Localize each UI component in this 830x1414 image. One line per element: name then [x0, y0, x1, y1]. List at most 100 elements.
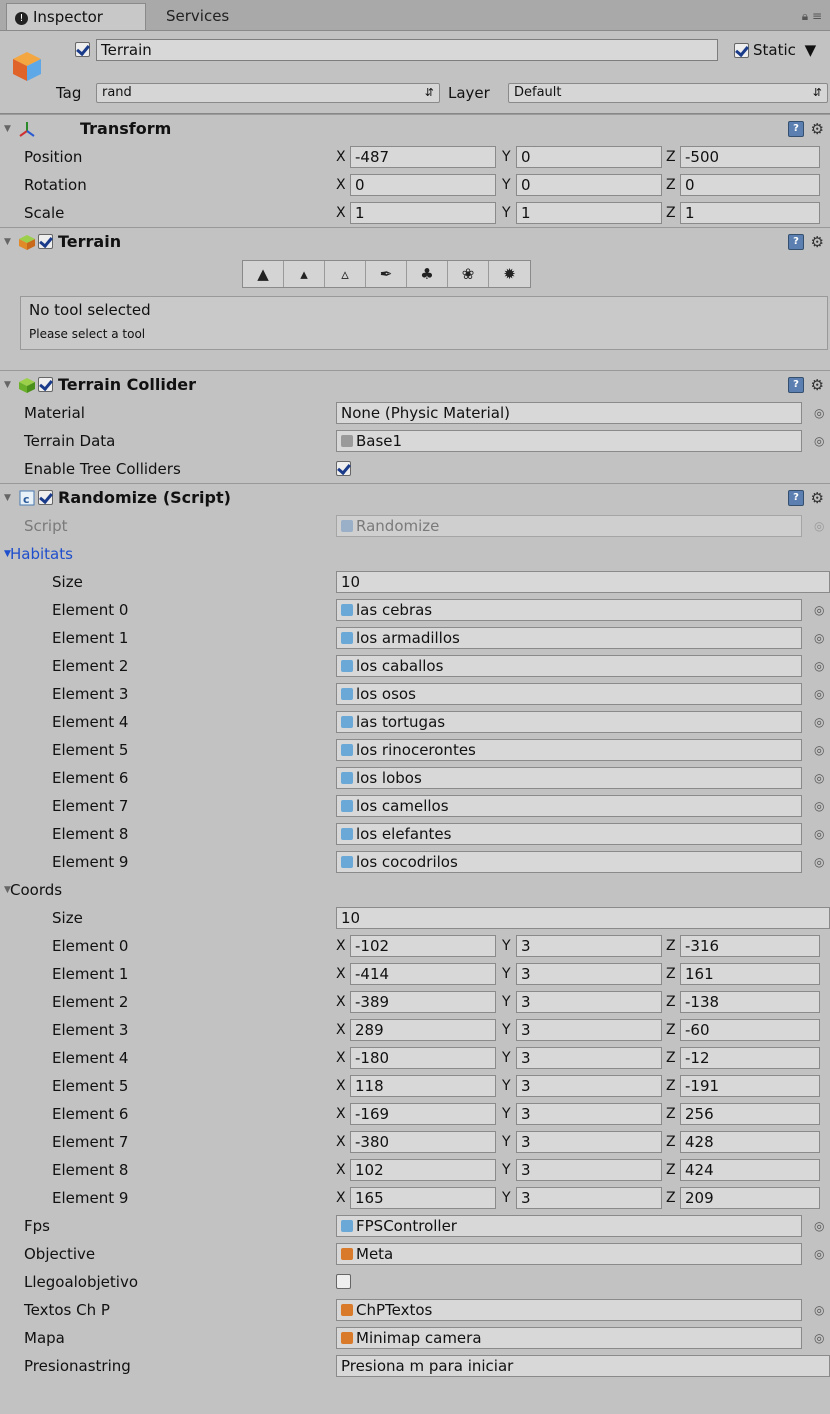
field-x[interactable]: 0	[350, 174, 496, 196]
object-picker-icon[interactable]: ◎	[814, 1240, 824, 1268]
coords-size-field[interactable]: 10	[336, 907, 830, 929]
field-y[interactable]: 1	[516, 202, 662, 224]
field-z[interactable]: -60	[680, 1019, 820, 1041]
field-z[interactable]: 424	[680, 1159, 820, 1181]
field-x[interactable]: -380	[350, 1131, 496, 1153]
paint-height-icon[interactable]: ▴	[284, 261, 325, 287]
terrain-data-field[interactable]: Base1	[336, 430, 802, 452]
raise-lower-terrain-icon[interactable]: ▲	[243, 261, 284, 287]
field-z[interactable]: 161	[680, 963, 820, 985]
field-y[interactable]: 3	[516, 1103, 662, 1125]
field-x[interactable]: -169	[350, 1103, 496, 1125]
help-icon[interactable]: ?	[788, 121, 804, 137]
habitat-element-field[interactable]: los elefantes	[336, 823, 802, 845]
object-picker-icon[interactable]: ◎	[814, 792, 824, 820]
static-checkbox[interactable]	[734, 43, 749, 58]
field-x[interactable]: 102	[350, 1159, 496, 1181]
tab-inspector[interactable]: ! Inspector	[6, 3, 146, 30]
field-y[interactable]: 3	[516, 963, 662, 985]
tab-services[interactable]: Services	[158, 3, 237, 30]
field-y[interactable]: 0	[516, 146, 662, 168]
layer-dropdown[interactable]: Default ⇵	[508, 83, 828, 103]
field-y[interactable]: 3	[516, 935, 662, 957]
fps-field[interactable]: FPSController	[336, 1215, 802, 1237]
habitat-element-field[interactable]: los lobos	[336, 767, 802, 789]
field-z[interactable]: 1	[680, 202, 820, 224]
material-field[interactable]: None (Physic Material)	[336, 402, 802, 424]
habitat-element-field[interactable]: los rinocerontes	[336, 739, 802, 761]
object-picker-icon[interactable]: ◎	[814, 1212, 824, 1240]
tree-colliders-checkbox[interactable]	[336, 461, 351, 476]
field-x[interactable]: -414	[350, 963, 496, 985]
field-y[interactable]: 3	[516, 1075, 662, 1097]
terrain-header[interactable]: ▼ Terrain ? ⚙	[0, 227, 830, 256]
smooth-height-icon[interactable]: ▵	[325, 261, 366, 287]
fold-arrow-icon[interactable]: ▼	[4, 371, 11, 399]
gear-icon[interactable]: ⚙	[811, 484, 824, 512]
textos-field[interactable]: ChPTextos	[336, 1299, 802, 1321]
field-z[interactable]: 0	[680, 174, 820, 196]
field-x[interactable]: 165	[350, 1187, 496, 1209]
object-picker-icon[interactable]: ◎	[814, 652, 824, 680]
habitat-element-field[interactable]: las tortugas	[336, 711, 802, 733]
randomize-script-header[interactable]: ▼ c Randomize (Script) ? ⚙	[0, 483, 830, 512]
static-dropdown-arrow-icon[interactable]: ▼	[805, 41, 817, 59]
help-icon[interactable]: ?	[788, 490, 804, 506]
gear-icon[interactable]: ⚙	[811, 115, 824, 143]
gear-icon[interactable]: ⚙	[811, 228, 824, 256]
collider-enabled-checkbox[interactable]	[38, 377, 53, 392]
field-z[interactable]: 209	[680, 1187, 820, 1209]
paint-details-icon[interactable]: ❀	[448, 261, 489, 287]
habitat-element-field[interactable]: los cocodrilos	[336, 851, 802, 873]
fold-arrow-icon[interactable]: ▼	[4, 228, 11, 256]
habitats-foldout[interactable]: ▼ Habitats	[0, 540, 830, 568]
habitats-size-field[interactable]: 10	[336, 571, 830, 593]
terrain-enabled-checkbox[interactable]	[38, 234, 53, 249]
lock-icon[interactable]: 🔒︎	[802, 9, 808, 23]
field-z[interactable]: -316	[680, 935, 820, 957]
terrain-settings-icon[interactable]: ✹	[489, 261, 530, 287]
field-y[interactable]: 3	[516, 1159, 662, 1181]
menu-icon[interactable]: ≡	[812, 9, 822, 23]
field-x[interactable]: 118	[350, 1075, 496, 1097]
habitat-element-field[interactable]: los caballos	[336, 655, 802, 677]
fold-arrow-icon[interactable]: ▼	[4, 115, 11, 143]
habitat-element-field[interactable]: los osos	[336, 683, 802, 705]
field-z[interactable]: 428	[680, 1131, 820, 1153]
field-x[interactable]: -102	[350, 935, 496, 957]
object-picker-icon[interactable]: ◎	[814, 399, 824, 427]
object-picker-icon[interactable]: ◎	[814, 680, 824, 708]
field-x[interactable]: 289	[350, 1019, 496, 1041]
object-picker-icon[interactable]: ◎	[814, 764, 824, 792]
mapa-field[interactable]: Minimap camera	[336, 1327, 802, 1349]
field-y[interactable]: 3	[516, 1019, 662, 1041]
object-picker-icon[interactable]: ◎	[814, 624, 824, 652]
field-y[interactable]: 3	[516, 1047, 662, 1069]
habitat-element-field[interactable]: los armadillos	[336, 627, 802, 649]
object-name-field[interactable]: Terrain	[96, 39, 718, 61]
object-picker-icon[interactable]: ◎	[814, 848, 824, 876]
transform-header[interactable]: ▼ Transform ? ⚙	[0, 114, 830, 143]
object-picker-icon[interactable]: ◎	[814, 1296, 824, 1324]
fold-arrow-icon[interactable]: ▼	[4, 484, 11, 512]
field-y[interactable]: 3	[516, 1131, 662, 1153]
object-picker-icon[interactable]: ◎	[814, 1324, 824, 1352]
field-z[interactable]: -191	[680, 1075, 820, 1097]
object-picker-icon[interactable]: ◎	[814, 708, 824, 736]
field-z[interactable]: -500	[680, 146, 820, 168]
help-icon[interactable]: ?	[788, 234, 804, 250]
object-picker-icon[interactable]: ◎	[814, 596, 824, 624]
presionastring-field[interactable]: Presiona m para iniciar	[336, 1355, 830, 1377]
terrain-collider-header[interactable]: ▼ Terrain Collider ? ⚙	[0, 370, 830, 399]
llegoalobjetivo-checkbox[interactable]	[336, 1274, 351, 1289]
object-picker-icon[interactable]: ◎	[814, 820, 824, 848]
field-z[interactable]: -12	[680, 1047, 820, 1069]
habitat-element-field[interactable]: las cebras	[336, 599, 802, 621]
field-z[interactable]: -138	[680, 991, 820, 1013]
script-enabled-checkbox[interactable]	[38, 490, 53, 505]
static-toggle[interactable]: Static ▼	[730, 41, 816, 59]
field-x[interactable]: -487	[350, 146, 496, 168]
object-picker-icon[interactable]: ◎	[814, 736, 824, 764]
gear-icon[interactable]: ⚙	[811, 371, 824, 399]
field-y[interactable]: 0	[516, 174, 662, 196]
